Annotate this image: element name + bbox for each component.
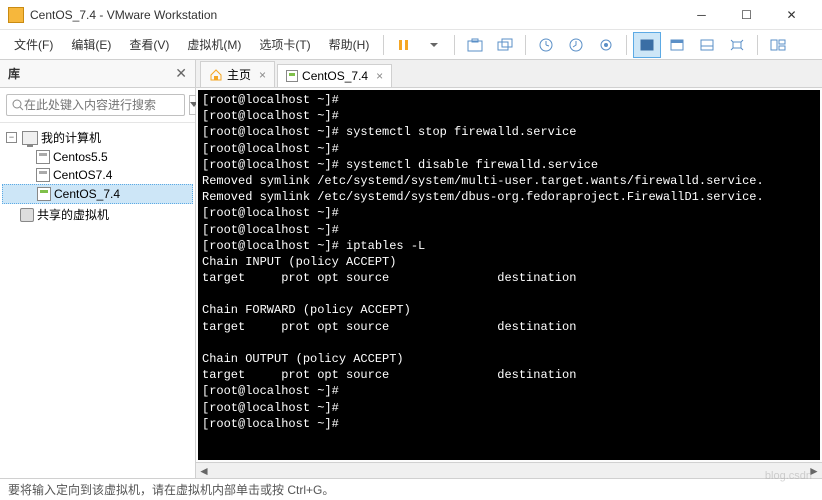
window-title: CentOS_7.4 - VMware Workstation [30,8,679,22]
tree-shared-label: 共享的虚拟机 [37,206,109,223]
pause-button[interactable] [390,32,418,58]
tree-item-label: Centos5.5 [53,150,108,164]
main-area: 库 ✕ − 我的计算机 Centos5.5 CentOS7.4 [0,60,822,478]
tree-item-label: CentOS7.4 [53,168,112,182]
scroll-right-icon[interactable]: ► [806,464,822,478]
scroll-left-icon[interactable]: ◄ [196,464,212,478]
computer-icon [22,131,38,145]
content-area: 主页 × CentOS_7.4 × [root@localhost ~]# [r… [196,60,822,478]
menu-help[interactable]: 帮助(H) [321,32,378,57]
vm-icon [36,168,50,182]
thumbnail-icon[interactable] [764,32,792,58]
search-icon [12,99,24,111]
scroll-track[interactable] [212,464,806,478]
sidebar: 库 ✕ − 我的计算机 Centos5.5 CentOS7.4 [0,60,196,478]
shared-icon [20,208,34,222]
menubar: 文件(F) 编辑(E) 查看(V) 虚拟机(M) 选项卡(T) 帮助(H) [0,30,822,60]
vm-icon [37,187,51,201]
clock-icon[interactable] [532,32,560,58]
status-text: 要将输入定向到该虚拟机，请在虚拟机内部单击或按 Ctrl+G。 [8,481,334,498]
tree-item-label: CentOS_7.4 [54,187,120,201]
search-row [0,88,195,123]
tree-item-centos74a[interactable]: CentOS7.4 [2,166,193,184]
tab-home[interactable]: 主页 × [200,61,275,87]
collapse-icon[interactable]: − [6,132,17,143]
snapshot-manager-icon[interactable] [491,32,519,58]
close-button[interactable]: ✕ [769,1,814,29]
statusbar: 要将输入定向到该虚拟机，请在虚拟机内部单击或按 Ctrl+G。 [0,478,822,500]
power-dropdown[interactable] [420,32,448,58]
unity-icon[interactable] [663,32,691,58]
maximize-button[interactable]: ☐ [724,1,769,29]
vm-icon [286,70,298,82]
manage-icon[interactable] [592,32,620,58]
search-input[interactable] [24,98,179,112]
tree-item-centos55[interactable]: Centos5.5 [2,148,193,166]
revert-icon[interactable] [562,32,590,58]
tab-close-icon[interactable]: × [259,68,266,82]
tree-root-mycomputer[interactable]: − 我的计算机 [2,127,193,148]
sidebar-title: 库 [8,65,175,82]
tree-item-centos74b[interactable]: CentOS_7.4 [2,184,193,204]
horizontal-scrollbar[interactable]: ◄ ► [196,462,822,478]
menu-vm[interactable]: 虚拟机(M) [179,32,249,57]
stretch-icon[interactable] [723,32,751,58]
sidebar-close-icon[interactable]: ✕ [175,65,187,82]
menu-tabs[interactable]: 选项卡(T) [251,32,318,57]
vm-icon [36,150,50,164]
tab-close-icon[interactable]: × [376,69,383,83]
tab-vm-label: CentOS_7.4 [302,69,368,83]
search-box[interactable] [6,94,185,116]
minimize-button[interactable]: ─ [679,1,724,29]
library-tree: − 我的计算机 Centos5.5 CentOS7.4 CentOS_7.4 共… [0,123,195,478]
tree-shared-vms[interactable]: 共享的虚拟机 [2,204,193,225]
terminal-console[interactable]: [root@localhost ~]# [root@localhost ~]# … [198,90,820,460]
menu-edit[interactable]: 编辑(E) [63,32,119,57]
sidebar-header: 库 ✕ [0,60,195,88]
console-icon[interactable] [693,32,721,58]
tab-home-label: 主页 [227,66,251,83]
fullscreen-icon[interactable] [633,32,661,58]
menu-view[interactable]: 查看(V) [121,32,177,57]
snapshot-icon[interactable] [461,32,489,58]
tree-root-label: 我的计算机 [41,129,101,146]
home-icon [209,69,223,81]
app-icon [8,7,24,23]
titlebar: CentOS_7.4 - VMware Workstation ─ ☐ ✕ [0,0,822,30]
menu-file[interactable]: 文件(F) [6,32,61,57]
tab-vm[interactable]: CentOS_7.4 × [277,64,392,87]
tabbar: 主页 × CentOS_7.4 × [196,60,822,88]
